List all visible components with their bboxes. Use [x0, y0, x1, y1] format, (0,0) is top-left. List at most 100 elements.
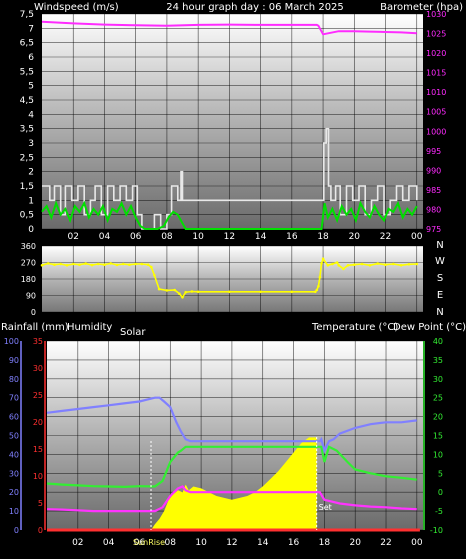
weather-x-tick-label: 18: [319, 538, 331, 548]
wind-x-tick-label: 20: [349, 232, 361, 242]
temperature-tick-label: -10: [430, 526, 443, 535]
temperature-label: Temperature (°C): [311, 322, 398, 333]
header-windspeed-label: Windspeed (m/s): [34, 2, 119, 13]
sunset-label: Set: [319, 503, 332, 512]
weather-x-tick-label: 14: [257, 538, 269, 548]
barometer-tick-label: 990: [426, 166, 441, 175]
humidity-tick-label: 50: [9, 432, 19, 441]
barometer-tick-label: 980: [426, 205, 441, 214]
wind-x-tick-label: 04: [99, 232, 111, 242]
direction-y-tick-label: 90: [26, 292, 36, 301]
wind-x-tick-label: 06: [130, 232, 142, 242]
direction-y-tick-label: 270: [21, 259, 36, 268]
header-barometer-label: Barometer (hpa): [380, 2, 463, 13]
wind-x-tick-label: 00: [411, 232, 423, 242]
temperature-tick-label: 15: [433, 432, 443, 441]
wind-x-tick-label: 18: [317, 232, 329, 242]
temperature-tick-label: 35: [433, 356, 443, 365]
wind-y-tick-label: 1: [28, 196, 34, 206]
wind-panel: 02 04 06 08 10 12 14 16 18 20 22 0000,511,522,533,5…: [20, 10, 447, 242]
humidity-tick-label: 10: [9, 507, 19, 516]
wind-x-tick-label: 12: [224, 232, 235, 242]
humidity-tick-label: 60: [9, 413, 19, 422]
rainfall-tick-label: 25: [33, 391, 43, 400]
humidity-tick-label: 40: [9, 450, 19, 459]
direction-y-tick-label: 0: [31, 308, 36, 317]
sunrise-label: SunRise: [133, 538, 165, 547]
rainfall-tick-label: 15: [33, 445, 43, 454]
weather-graph: 02 04 06 08 10 12 14 16 18 20 22 00 0 0,5 1 1,5 2 2,5 3 3,5…: [0, 0, 466, 555]
humidity-tick-label: 100: [4, 337, 19, 346]
rainfall-tick-label: 0: [38, 526, 43, 535]
direction-panel: 0 90 180 270 360: [21, 242, 423, 317]
temperature-tick-label: 25: [433, 394, 443, 403]
wind-y-tick-label: 6: [28, 53, 34, 63]
direction-y-tick-label: 360: [21, 242, 36, 251]
compass-n-bottom: N: [436, 307, 443, 318]
wind-y-tick-label: 5: [28, 82, 34, 92]
humidity-label: Humidity: [67, 322, 112, 333]
compass-s: S: [437, 273, 443, 284]
weather-charts-svg: 02 04 06 08 10 12 14 16 18 20 22 0000,511,522,533,5…: [1, 2, 466, 548]
wind-y-tick-label: 3,5: [20, 125, 34, 135]
temperature-tick-label: 0: [438, 488, 443, 497]
weather-x-tick-label: 02: [72, 538, 83, 548]
temperature-tick-label: 5: [438, 469, 443, 478]
barometer-tick-label: 975: [426, 225, 441, 234]
wind-y-tick-label: 1,5: [20, 182, 34, 192]
weather-x-tick-label: 08: [165, 538, 177, 548]
rainfall-tick-label: 5: [38, 499, 43, 508]
wind-y-tick-label: 0: [28, 225, 34, 235]
wind-y-tick-label: 7,5: [20, 10, 34, 20]
barometer-tick-label: 1005: [426, 108, 446, 117]
barometer-tick-label: 1020: [426, 49, 446, 58]
rainfall-tick-label: 10: [33, 472, 43, 481]
barometer-tick-label: 1010: [426, 88, 446, 97]
humidity-tick-label: 80: [9, 375, 19, 384]
weather-x-tick-label: 10: [195, 538, 207, 548]
wind-x-tick-label: 10: [192, 232, 204, 242]
weather-x-tick-label: 00: [411, 538, 423, 548]
wind-y-tick-label: 4: [28, 110, 34, 120]
weather-x-tick-label: 16: [288, 538, 300, 548]
wind-y-tick-label: 2: [28, 168, 34, 178]
weather-x-tick-label: 12: [226, 538, 237, 548]
wind-x-tick-label: 22: [380, 232, 391, 242]
weather-x-tick-label: 04: [103, 538, 115, 548]
wind-y-tick-label: 5,5: [20, 67, 34, 77]
humidity-tick-label: 90: [9, 356, 19, 365]
barometer-tick-label: 985: [426, 186, 441, 195]
barometer-tick-label: 1000: [426, 127, 446, 136]
rainfall-label: Rainfall (mm): [1, 322, 69, 333]
dew-point-label: Dew Point (°C): [393, 322, 466, 333]
weather-panel: 02 04 06 08 10 12 14 16 18 20 22 000102030405060708…: [4, 337, 443, 548]
wind-y-tick-label: 6,5: [20, 39, 34, 49]
barometer-tick-label: 995: [426, 147, 441, 156]
weather-x-tick-label: 22: [380, 538, 391, 548]
wind-y-tick-label: 4,5: [20, 96, 34, 106]
compass-n-top: N: [436, 240, 443, 251]
direction-y-tick-label: 180: [21, 275, 36, 284]
header-graph-title: 24 hour graph day : 06 March 2025: [166, 2, 344, 13]
humidity-tick-label: 30: [9, 469, 19, 478]
wind-x-tick-label: 14: [255, 232, 267, 242]
barometer-tick-label: 1015: [426, 69, 446, 78]
compass-e: E: [437, 290, 443, 301]
rainfall-tick-label: 30: [33, 364, 43, 373]
weather-x-tick-label: 20: [349, 538, 361, 548]
temperature-tick-label: 30: [433, 375, 443, 384]
humidity-tick-label: 70: [9, 394, 19, 403]
wind-y-tick-label: 0,5: [20, 211, 34, 221]
wind-y-tick-label: 3: [28, 139, 34, 149]
wind-x-tick-label: 16: [286, 232, 298, 242]
wind-x-tick-label: 08: [161, 232, 173, 242]
rainfall-tick-label: 20: [33, 418, 43, 427]
wind-y-tick-label: 2,5: [20, 153, 34, 163]
humidity-tick-label: 0: [14, 526, 19, 535]
wind-y-tick-label: 7: [28, 24, 34, 34]
temperature-tick-label: 40: [433, 337, 443, 346]
temperature-tick-label: 20: [433, 413, 443, 422]
humidity-tick-label: 20: [9, 488, 19, 497]
temperature-tick-label: 10: [433, 450, 443, 459]
wind-x-tick-label: 02: [68, 232, 79, 242]
